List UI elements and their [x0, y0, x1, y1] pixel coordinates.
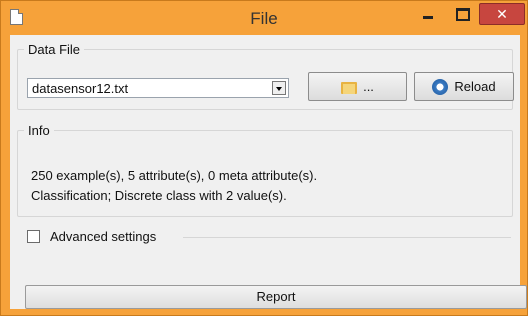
info-examples-text: 250 example(s), 5 attribute(s), 0 meta a…: [31, 168, 318, 183]
close-button[interactable]: ✕: [479, 3, 525, 25]
report-button[interactable]: Report: [25, 285, 527, 309]
chevron-down-icon[interactable]: [272, 81, 286, 95]
info-group: Info 250 example(s), 5 attribute(s), 0 m…: [17, 123, 513, 217]
window-content: Data File datasensor12.txt ... Reload In…: [10, 35, 527, 309]
reload-button-label: Reload: [454, 79, 496, 94]
reload-button[interactable]: Reload: [414, 72, 514, 101]
file-select-dropdown[interactable]: datasensor12.txt: [27, 78, 289, 98]
advanced-settings-divider: [183, 237, 511, 238]
minimize-button[interactable]: [419, 4, 437, 24]
folder-icon: [341, 80, 358, 94]
minimize-icon: [423, 16, 433, 19]
window-title: File: [250, 9, 278, 28]
maximize-icon: [456, 8, 470, 21]
browse-button-label: ...: [363, 79, 374, 94]
advanced-settings-checkbox[interactable]: [27, 230, 40, 243]
advanced-settings-label[interactable]: Advanced settings: [50, 229, 156, 244]
title-bar[interactable]: File ✕: [1, 1, 527, 35]
info-class-text: Classification; Discrete class with 2 va…: [31, 188, 287, 203]
report-button-label: Report: [256, 289, 296, 304]
refresh-icon: [432, 78, 449, 95]
data-file-legend: Data File: [28, 42, 81, 57]
info-legend: Info: [28, 123, 50, 138]
maximize-button[interactable]: [453, 4, 471, 24]
close-icon: ✕: [496, 6, 508, 22]
browse-button[interactable]: ...: [308, 72, 407, 101]
selected-file-value: datasensor12.txt: [32, 81, 129, 96]
file-window: File ✕ Data File datasensor12.txt ... Re…: [0, 0, 528, 316]
